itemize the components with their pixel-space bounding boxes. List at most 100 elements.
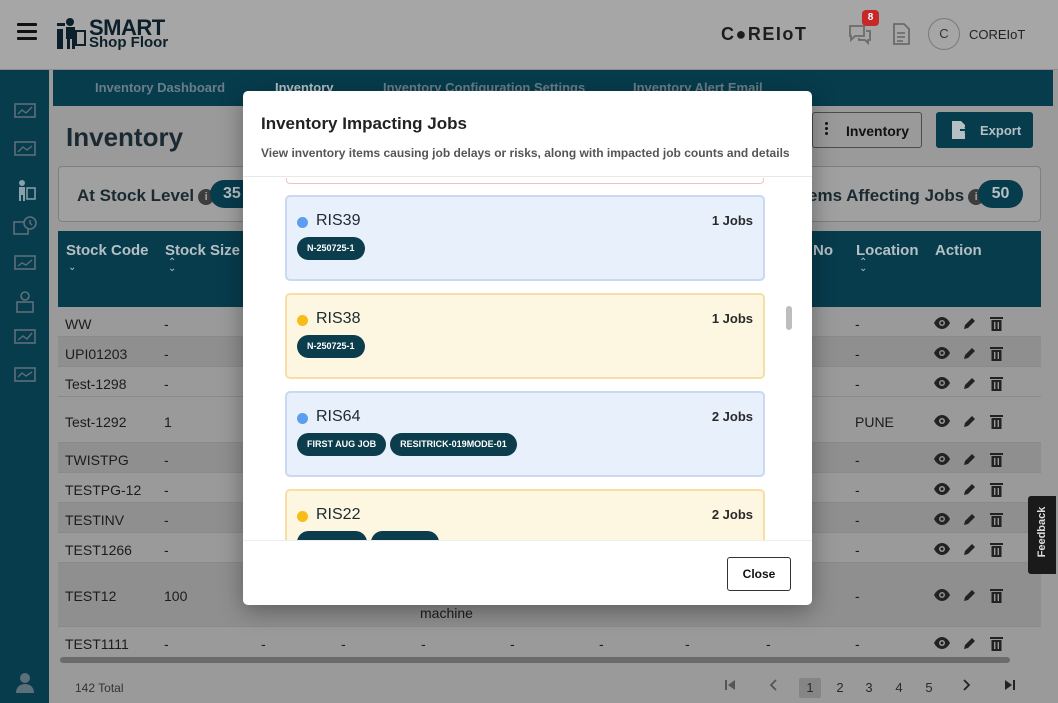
cell-stock-code: TEST1266 bbox=[65, 542, 132, 558]
job-chip[interactable]: N-250725-1 bbox=[297, 335, 365, 358]
job-chips: N-250725-1 bbox=[297, 335, 369, 358]
edit-icon[interactable] bbox=[962, 482, 977, 502]
delete-icon[interactable] bbox=[990, 482, 1003, 502]
col-stock-code[interactable]: Stock Code bbox=[66, 242, 149, 259]
view-icon[interactable] bbox=[933, 588, 951, 607]
sidebar-item-monitor-icon[interactable] bbox=[13, 254, 37, 274]
delete-icon[interactable] bbox=[990, 512, 1003, 532]
document-icon[interactable] bbox=[892, 23, 910, 45]
job-chip[interactable]: FIRST AUG JOB bbox=[297, 433, 387, 456]
export-button[interactable]: Export bbox=[936, 112, 1033, 148]
job-chip[interactable] bbox=[297, 531, 367, 540]
sidebar-item-worker-icon[interactable] bbox=[13, 178, 37, 201]
cell-location: - bbox=[855, 376, 860, 392]
view-icon[interactable] bbox=[933, 346, 951, 365]
view-icon[interactable] bbox=[933, 452, 951, 471]
edit-icon[interactable] bbox=[962, 346, 977, 366]
delete-icon[interactable] bbox=[990, 588, 1003, 608]
modal-scrollbar[interactable] bbox=[786, 306, 792, 330]
sidebar-item-operator-icon[interactable] bbox=[13, 290, 37, 313]
card-item-name: RIS22 bbox=[316, 506, 361, 523]
sidebar-item-clock-icon[interactable] bbox=[13, 216, 37, 236]
row-actions bbox=[933, 542, 1013, 558]
job-card[interactable]: RIS38 1 Jobs N-250725-1 bbox=[285, 293, 765, 379]
logo-text-shopfloor: Shop Floor bbox=[89, 34, 169, 51]
page-4[interactable]: 4 bbox=[888, 678, 910, 698]
job-card[interactable]: RIS22 2 Jobs bbox=[285, 489, 765, 540]
stat-items-affecting-jobs: ems Affecting Jobs i bbox=[808, 186, 985, 206]
feedback-tab[interactable]: Feedback bbox=[1028, 496, 1056, 574]
edit-icon[interactable] bbox=[962, 452, 977, 472]
view-icon[interactable] bbox=[933, 414, 951, 433]
chat-icon[interactable] bbox=[847, 23, 873, 45]
sort-icon[interactable]: ⌃ ⌄ bbox=[168, 258, 176, 274]
row-actions bbox=[933, 512, 1013, 528]
cell-stock-size: 1 bbox=[164, 414, 172, 430]
edit-icon[interactable] bbox=[962, 376, 977, 396]
card-job-count: 2 Jobs bbox=[711, 507, 753, 522]
cell-dash: - bbox=[766, 636, 771, 652]
view-icon[interactable] bbox=[933, 316, 951, 335]
edit-icon[interactable] bbox=[962, 542, 977, 562]
sidebar-user-icon[interactable] bbox=[13, 670, 37, 693]
delete-icon[interactable] bbox=[990, 346, 1003, 366]
sidebar-item-reports-icon[interactable] bbox=[13, 328, 37, 348]
edit-icon[interactable] bbox=[962, 316, 977, 336]
card-item-name: RIS64 bbox=[316, 408, 361, 425]
col-stock-size[interactable]: Stock Size bbox=[165, 242, 240, 259]
col-no[interactable]: No bbox=[813, 242, 833, 259]
job-chip[interactable]: N-250725-1 bbox=[297, 237, 365, 260]
menu-icon[interactable] bbox=[17, 23, 37, 45]
user-name[interactable]: COREIoT bbox=[969, 27, 1025, 42]
delete-icon[interactable] bbox=[990, 316, 1003, 336]
inventory-menu-label: Inventory bbox=[846, 123, 910, 139]
cell-stock-code: Test-1298 bbox=[65, 376, 127, 392]
job-chip[interactable]: RESITRICK-019MODE-01 bbox=[390, 433, 517, 456]
edit-icon[interactable] bbox=[962, 512, 977, 532]
sidebar-item-dashboard-icon[interactable] bbox=[13, 102, 37, 122]
horizontal-scrollbar[interactable] bbox=[60, 657, 1010, 663]
view-icon[interactable] bbox=[933, 512, 951, 531]
view-icon[interactable] bbox=[933, 376, 951, 395]
job-card[interactable]: RIS39 1 Jobs N-250725-1 bbox=[285, 195, 765, 281]
view-icon[interactable] bbox=[933, 636, 951, 655]
view-icon[interactable] bbox=[933, 482, 951, 501]
close-button[interactable]: Close bbox=[727, 557, 791, 591]
avatar[interactable]: C bbox=[928, 18, 960, 50]
page-2[interactable]: 2 bbox=[829, 678, 851, 698]
cell-location: - bbox=[855, 636, 860, 652]
view-icon[interactable] bbox=[933, 542, 951, 561]
stat-at-stock-label: At Stock Level bbox=[77, 186, 195, 205]
sort-icon[interactable]: ⌃ ⌄ bbox=[859, 258, 867, 274]
job-chips: N-250725-1 bbox=[297, 237, 369, 260]
inventory-menu-button[interactable]: Inventory bbox=[812, 112, 922, 148]
modal-body[interactable]: RIS39 1 Jobs N-250725-1 RIS38 1 Jobs N-2… bbox=[243, 178, 812, 540]
delete-icon[interactable] bbox=[990, 376, 1003, 396]
cell-dash: - bbox=[421, 636, 426, 652]
edit-icon[interactable] bbox=[962, 588, 977, 608]
stat-affecting-label: ems Affecting Jobs bbox=[808, 186, 965, 205]
delete-icon[interactable] bbox=[990, 452, 1003, 472]
page-3[interactable]: 3 bbox=[858, 678, 880, 698]
next-page-icon[interactable] bbox=[955, 678, 977, 698]
page-1[interactable]: 1 bbox=[799, 678, 821, 698]
sidebar-item-analytics-icon[interactable] bbox=[13, 140, 37, 160]
edit-icon[interactable] bbox=[962, 636, 977, 656]
cell-location: - bbox=[855, 452, 860, 468]
page-5[interactable]: 5 bbox=[918, 678, 940, 698]
job-card[interactable]: RIS64 2 Jobs FIRST AUG JOB RESITRICK-019M… bbox=[285, 391, 765, 477]
job-chip[interactable] bbox=[371, 531, 439, 540]
edit-icon[interactable] bbox=[962, 414, 977, 434]
inventory-impacting-jobs-modal: Inventory Impacting Jobs View inventory … bbox=[243, 91, 812, 605]
delete-icon[interactable] bbox=[990, 636, 1003, 656]
tab-inventory-dashboard[interactable]: Inventory Dashboard bbox=[95, 80, 225, 95]
delete-icon[interactable] bbox=[990, 542, 1003, 562]
prev-page-icon[interactable] bbox=[763, 678, 785, 698]
export-icon bbox=[952, 121, 971, 139]
sort-desc-icon[interactable]: ⌄ bbox=[68, 262, 76, 273]
delete-icon[interactable] bbox=[990, 414, 1003, 434]
stat-affecting-value: 50 bbox=[978, 180, 1023, 208]
sidebar-item-trends-icon[interactable] bbox=[13, 366, 37, 386]
first-page-icon[interactable] bbox=[719, 678, 741, 698]
last-page-icon[interactable] bbox=[999, 678, 1021, 698]
